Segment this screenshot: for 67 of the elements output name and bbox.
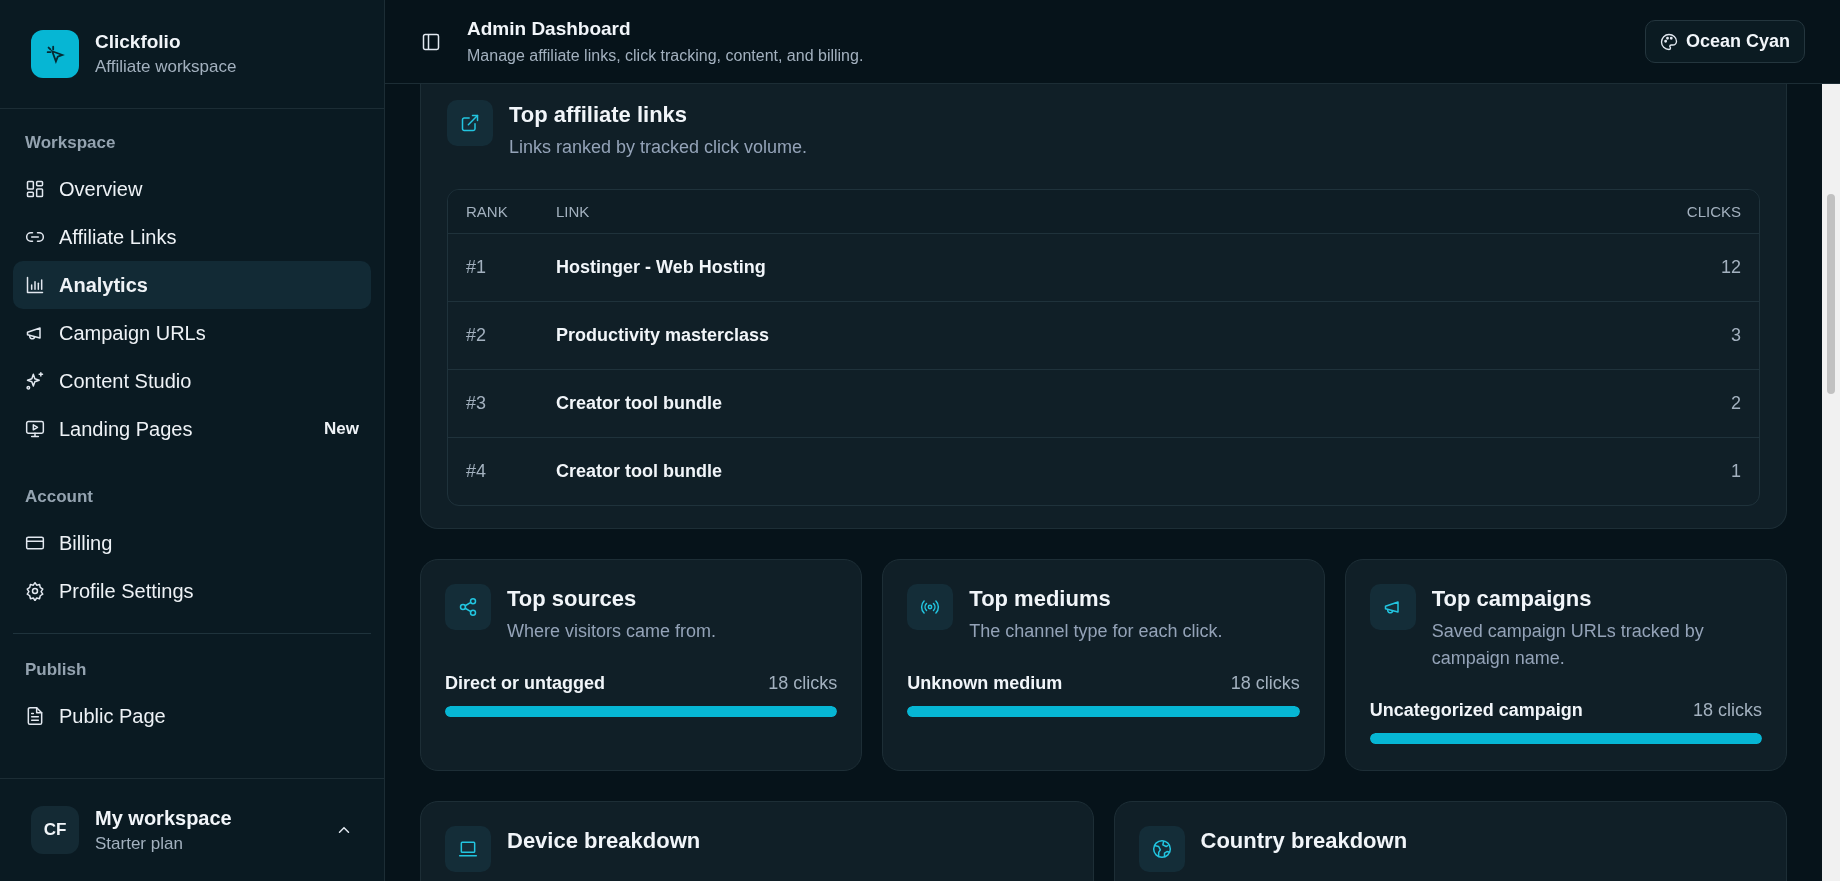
globe-icon <box>1138 826 1185 872</box>
nav-item[interactable]: Landing Pages New <box>13 405 371 453</box>
rank-cell-text: #3 <box>465 393 488 414</box>
app-name: Clickfolio <box>95 31 182 53</box>
nav-item[interactable]: Billing <box>13 519 371 567</box>
rank-cell-text: #4 <box>465 461 488 482</box>
link-cell-text: Creator tool bundle <box>556 461 723 482</box>
nav-item[interactable]: Analytics <box>13 261 371 309</box>
sparkle-icon <box>25 371 45 391</box>
laptop-icon <box>445 826 491 872</box>
rank-cell-text: #2 <box>465 325 488 346</box>
logo-icon <box>31 30 79 78</box>
column-header: LINK <box>556 203 591 220</box>
column-header: RANK <box>465 203 509 220</box>
nav-item[interactable]: Campaign URLs <box>13 309 371 357</box>
document-icon <box>25 706 45 726</box>
nav-item[interactable]: Public Page <box>13 692 371 740</box>
app-subtitle: Affiliate workspace <box>95 57 237 77</box>
clicks-cell-text: 3 <box>1731 325 1742 346</box>
rank-cell-text: #1 <box>465 257 488 278</box>
card-subtitle: Where visitors came from. <box>507 620 717 643</box>
card-subtitle: Links ranked by tracked click volume. <box>509 136 808 159</box>
card-subtitle: The channel type for each click. <box>969 620 1223 643</box>
nav-item[interactable]: Affiliate Links <box>13 213 371 261</box>
credit-card-icon <box>25 533 45 553</box>
card-subtitle: Saved campaign URLs tracked by campaign name. <box>1431 620 1705 670</box>
page-subtitle: Manage affiliate links, click tracking, content, and billing. <box>467 47 865 65</box>
link-cell-text: Productivity masterclass <box>556 325 771 346</box>
metric-label: Uncategorized campaign <box>1369 700 1583 721</box>
section-label: Workspace <box>24 133 117 154</box>
broadcast-icon <box>907 584 954 630</box>
avatar: CF <box>31 806 79 854</box>
card-title: Top affiliate links <box>509 102 689 128</box>
clicks-cell-text: 2 <box>1731 393 1742 414</box>
section-label: Account <box>24 487 94 508</box>
scrollbar[interactable] <box>1822 84 1840 881</box>
nav-item[interactable]: Overview <box>13 165 371 213</box>
column-header: CLICKS <box>1686 203 1742 220</box>
workspace-switcher[interactable]: CF My workspace Starter plan <box>0 778 384 881</box>
metric-value: 18 clicks <box>768 673 838 694</box>
nav-item[interactable]: Profile Settings <box>13 567 371 615</box>
share-nodes-icon <box>445 584 491 630</box>
metric-value: 18 clicks <box>1230 673 1300 694</box>
card-title: Top campaigns <box>1431 586 1593 612</box>
palette-icon <box>1659 32 1678 51</box>
card-title: Top sources <box>507 586 638 612</box>
metric-label: Unknown medium <box>907 673 1063 694</box>
bar-chart-icon <box>25 275 45 295</box>
clicks-cell-text: 12 <box>1720 257 1742 278</box>
monitor-play-icon <box>25 419 45 439</box>
link-cell-text: Hostinger - Web Hosting <box>556 257 767 278</box>
section-label: Publish <box>24 660 88 681</box>
metric-label: Direct or untagged <box>445 673 605 694</box>
settings-icon <box>25 581 45 601</box>
nav-item[interactable]: Content Studio <box>13 357 371 405</box>
card-title: Country breakdown <box>1200 828 1408 854</box>
external-link-icon <box>447 100 493 146</box>
new-label: New <box>324 419 359 439</box>
clicks-cell-text: 1 <box>1731 461 1742 482</box>
theme-button[interactable]: Ocean Cyan <box>1644 20 1805 63</box>
card-title: Device breakdown <box>507 828 701 854</box>
page-title: Admin Dashboard <box>467 18 632 40</box>
megaphone-icon <box>1369 584 1416 630</box>
card-title: Top mediums <box>969 586 1112 612</box>
link-cell-text: Creator tool bundle <box>556 393 723 414</box>
metric-value: 18 clicks <box>1692 700 1762 721</box>
grid-icon <box>25 179 45 199</box>
